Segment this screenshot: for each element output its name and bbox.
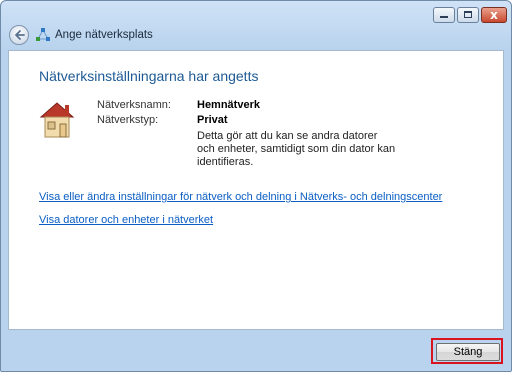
home-network-icon [39, 102, 75, 138]
window-controls: x [431, 7, 507, 23]
maximize-icon [464, 11, 472, 18]
page-heading: Nätverksinställningarna har angetts [39, 68, 259, 84]
network-name-label: Nätverksnamn: [97, 99, 171, 111]
sharing-center-link[interactable]: Visa eller ändra inställningar för nätve… [39, 191, 442, 203]
minimize-icon [440, 16, 448, 18]
network-type-label: Nätverkstyp: [97, 114, 159, 126]
close-button[interactable]: Stäng [436, 343, 500, 361]
back-arrow-icon [15, 30, 25, 40]
close-button-highlight: Stäng [431, 338, 503, 364]
view-devices-link[interactable]: Visa datorer och enheter i nätverket [39, 214, 213, 226]
minimize-button[interactable] [433, 7, 455, 23]
content-panel: Nätverksinställningarna har angetts Nätv… [8, 50, 504, 330]
dialog-window: x Ange nätverksplats Nätverksinställning… [0, 0, 512, 372]
network-type-value: Privat [197, 114, 228, 126]
close-icon: x [490, 8, 498, 22]
window-title: Ange nätverksplats [55, 29, 153, 41]
network-name-value: Hemnätverk [197, 99, 260, 111]
back-button[interactable] [9, 25, 29, 45]
title-bar: x Ange nätverksplats [1, 1, 511, 49]
close-window-button[interactable]: x [481, 7, 507, 23]
network-icon [36, 28, 50, 41]
network-description: Detta gör att du kan se andra datorer oc… [197, 130, 396, 168]
maximize-button[interactable] [457, 7, 479, 23]
